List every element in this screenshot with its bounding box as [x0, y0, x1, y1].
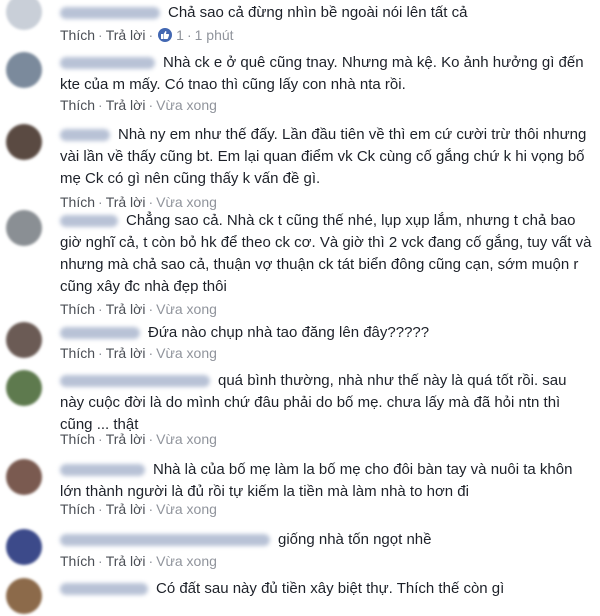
commenter-name[interactable]	[60, 326, 140, 339]
comment-text: giống nhà tốn ngọt nhề	[278, 531, 432, 548]
avatar[interactable]	[6, 322, 42, 358]
timestamp[interactable]: Vừa xong	[156, 97, 217, 113]
like-link[interactable]: Thích	[60, 27, 95, 43]
avatar[interactable]	[6, 124, 42, 160]
avatar[interactable]	[6, 578, 42, 614]
avatar[interactable]	[6, 0, 42, 30]
timestamp[interactable]: Vừa xong	[156, 553, 217, 569]
timestamp[interactable]: 1 phút	[195, 27, 234, 43]
avatar[interactable]	[6, 370, 42, 406]
timestamp[interactable]: Vừa xong	[156, 501, 217, 517]
reply-link[interactable]: Trả lời	[106, 97, 146, 113]
commenter-name[interactable]	[60, 128, 110, 141]
timestamp[interactable]: Vừa xong	[156, 194, 217, 210]
like-link[interactable]: Thích	[60, 301, 95, 317]
reply-link[interactable]: Trả lời	[106, 27, 146, 43]
comment-text: Chả sao cả đừng nhìn bề ngoài nói lên tấ…	[168, 4, 468, 21]
reply-link[interactable]: Trả lời	[106, 194, 146, 210]
avatar[interactable]	[6, 529, 42, 565]
timestamp[interactable]: Vừa xong	[156, 345, 217, 361]
comment-text: Có đất sau này đủ tiền xây biệt thự. Thí…	[156, 580, 505, 597]
comment-text: Nhà ny em như thế đấy. Lần đầu tiên về t…	[60, 126, 587, 187]
commenter-name[interactable]	[60, 56, 155, 69]
comment-text: Chẳng sao cả. Nhà ck t cũng thế nhé, lụp…	[60, 212, 592, 295]
commenter-name[interactable]	[60, 463, 145, 476]
reply-link[interactable]: Trả lời	[106, 431, 146, 447]
comment-thread: Chả sao cả đừng nhìn bề ngoài nói lên tấ…	[0, 0, 600, 616]
timestamp[interactable]: Vừa xong	[156, 301, 217, 317]
avatar[interactable]	[6, 52, 42, 88]
like-reaction-icon[interactable]	[158, 28, 173, 42]
like-link[interactable]: Thích	[60, 553, 95, 569]
reply-link[interactable]: Trả lời	[106, 501, 146, 517]
reply-link[interactable]: Trả lời	[106, 345, 146, 361]
like-link[interactable]: Thích	[60, 97, 95, 113]
avatar[interactable]	[6, 210, 42, 246]
reaction-count[interactable]: 1	[176, 27, 184, 43]
reply-link[interactable]: Trả lời	[106, 553, 146, 569]
like-link[interactable]: Thích	[60, 501, 95, 517]
like-link[interactable]: Thích	[60, 345, 95, 361]
commenter-name[interactable]	[60, 6, 160, 19]
comment-text: Đứa nào chụp nhà tao đăng lên đây?????	[148, 324, 430, 341]
commenter-name[interactable]	[60, 214, 118, 227]
like-link[interactable]: Thích	[60, 431, 95, 447]
commenter-name[interactable]	[60, 374, 210, 387]
like-link[interactable]: Thích	[60, 194, 95, 210]
commenter-name[interactable]	[60, 533, 270, 546]
timestamp[interactable]: Vừa xong	[156, 431, 217, 447]
avatar[interactable]	[6, 459, 42, 495]
commenter-name[interactable]	[60, 582, 148, 595]
reply-link[interactable]: Trả lời	[106, 301, 146, 317]
